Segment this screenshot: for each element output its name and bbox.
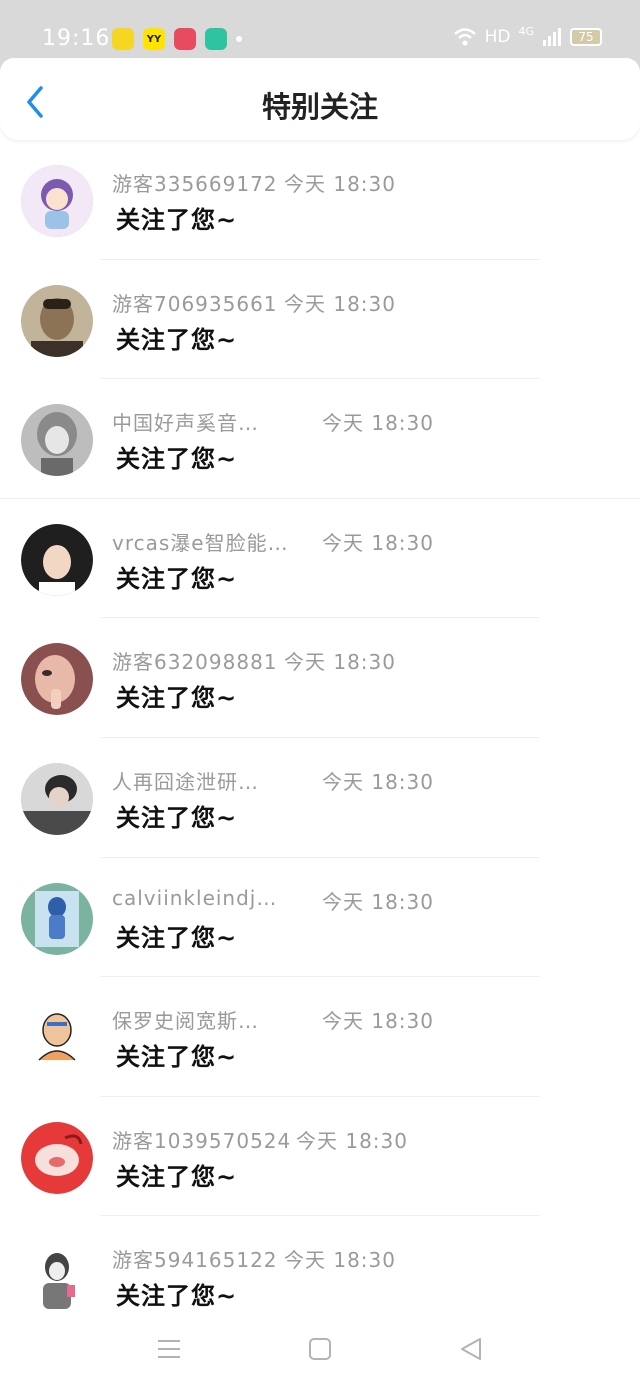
list-item[interactable]: 保罗史阅宽斯… 今天 18:30 关注了您~ bbox=[0, 977, 640, 1097]
item-message: 关注了您~ bbox=[116, 1282, 238, 1311]
avatar-image-icon bbox=[21, 165, 93, 237]
avatar[interactable] bbox=[21, 1002, 93, 1075]
avatar[interactable] bbox=[21, 762, 93, 835]
avatar-image-icon bbox=[21, 523, 93, 596]
list-item[interactable]: 中国好声奚音… 今天 18:30 关注了您~ bbox=[0, 379, 640, 499]
avatar[interactable] bbox=[21, 882, 93, 955]
item-time: 今天 18:30 bbox=[284, 650, 396, 675]
avatar-image-icon bbox=[21, 643, 93, 716]
menu-button[interactable] bbox=[154, 1334, 184, 1364]
system-nav-bar bbox=[0, 1310, 640, 1387]
item-message: 关注了您~ bbox=[116, 684, 238, 713]
item-time: 今天 18:30 bbox=[322, 1009, 434, 1034]
list-item[interactable]: 游客632098881 今天 18:30 关注了您~ bbox=[0, 618, 640, 738]
item-message: 关注了您~ bbox=[116, 1043, 238, 1072]
home-button[interactable] bbox=[305, 1334, 335, 1364]
avatar-image-icon bbox=[21, 1002, 93, 1075]
network-label: HD bbox=[484, 27, 511, 47]
green-app-icon bbox=[205, 28, 227, 50]
status-app-icons: YY bbox=[112, 28, 242, 50]
item-message: 关注了您~ bbox=[116, 325, 238, 354]
item-name: 游客335669172 bbox=[112, 172, 278, 196]
nav-header: 特别关注 bbox=[0, 58, 640, 140]
item-name: 游客706935661 bbox=[112, 291, 278, 316]
item-message: 关注了您~ bbox=[116, 206, 238, 234]
page-title: 特别关注 bbox=[261, 90, 378, 124]
signal-icon bbox=[543, 28, 561, 46]
avatar[interactable] bbox=[21, 643, 93, 716]
item-time: 今天 18:30 bbox=[284, 172, 396, 196]
item-name: 游客1039570524 bbox=[112, 1128, 292, 1153]
notification-dot-icon bbox=[236, 36, 242, 42]
item-name: 保罗史阅宽斯… bbox=[112, 1009, 259, 1034]
triangle-back-icon bbox=[461, 1338, 481, 1360]
avatar[interactable] bbox=[21, 523, 93, 596]
item-message: 关注了您~ bbox=[116, 1162, 238, 1191]
item-name: 人再囧途泄研… bbox=[112, 769, 259, 794]
list-item[interactable]: vrcas瀑e智脸能… 今天 18:30 关注了您~ bbox=[0, 499, 640, 619]
avatar-image-icon bbox=[21, 762, 93, 835]
avatar[interactable] bbox=[21, 165, 93, 237]
status-time: 19:16 bbox=[42, 26, 111, 51]
item-name: 中国好声奚音… bbox=[112, 411, 259, 436]
item-time: 今天 18:30 bbox=[322, 530, 434, 555]
list-item[interactable]: 游客706935661 今天 18:30 关注了您~ bbox=[0, 260, 640, 380]
item-name: vrcas瀑e智脸能… bbox=[112, 530, 289, 555]
list-item[interactable]: 游客335669172 今天 18:30 关注了您~ bbox=[0, 140, 640, 260]
follower-list: 游客335669172 今天 18:30 关注了您~ 游客706935661 今… bbox=[0, 140, 640, 1336]
avatar-image-icon bbox=[21, 404, 93, 477]
avatar[interactable] bbox=[21, 284, 93, 357]
avatar[interactable] bbox=[21, 404, 93, 477]
item-time: 今天 18:30 bbox=[322, 889, 434, 914]
list-item[interactable]: 人再囧途泄研… 今天 18:30 关注了您~ bbox=[0, 738, 640, 858]
avatar[interactable] bbox=[21, 1241, 93, 1314]
menu-icon bbox=[158, 1340, 180, 1358]
item-name: 游客632098881 bbox=[112, 650, 278, 675]
signal-label: 4G bbox=[518, 24, 534, 38]
item-time: 今天 18:30 bbox=[296, 1128, 408, 1153]
item-message: 关注了您~ bbox=[116, 564, 238, 593]
avatar[interactable] bbox=[21, 1121, 93, 1194]
wifi-icon bbox=[453, 28, 476, 46]
yellow-app-icon bbox=[112, 28, 134, 50]
item-message: 关注了您~ bbox=[116, 923, 238, 952]
avatar-image-icon bbox=[21, 1241, 93, 1314]
list-item[interactable]: calviinkleindj… 今天 18:30 关注了您~ bbox=[0, 858, 640, 978]
item-message: 关注了您~ bbox=[116, 445, 238, 474]
battery-icon: 75 bbox=[570, 28, 602, 46]
avatar-image-icon bbox=[21, 284, 93, 357]
list-item[interactable]: 游客1039570524 今天 18:30 关注了您~ bbox=[0, 1097, 640, 1217]
item-time: 今天 18:30 bbox=[322, 411, 434, 436]
item-time: 今天 18:30 bbox=[284, 291, 396, 316]
avatar-image-icon bbox=[21, 882, 93, 955]
item-time: 今天 18:30 bbox=[322, 769, 434, 794]
item-name: 游客594165122 bbox=[112, 1248, 278, 1273]
avatar-image-icon bbox=[21, 1121, 93, 1194]
item-name: calviinkleindj… bbox=[112, 885, 278, 910]
video-app-icon bbox=[174, 28, 196, 50]
back-nav-button[interactable] bbox=[456, 1334, 486, 1364]
item-message: 关注了您~ bbox=[116, 803, 238, 832]
yy-app-icon: YY bbox=[143, 28, 165, 50]
item-time: 今天 18:30 bbox=[284, 1248, 396, 1273]
status-right: HD 4G 75 bbox=[453, 24, 602, 47]
home-square-icon bbox=[309, 1338, 331, 1360]
